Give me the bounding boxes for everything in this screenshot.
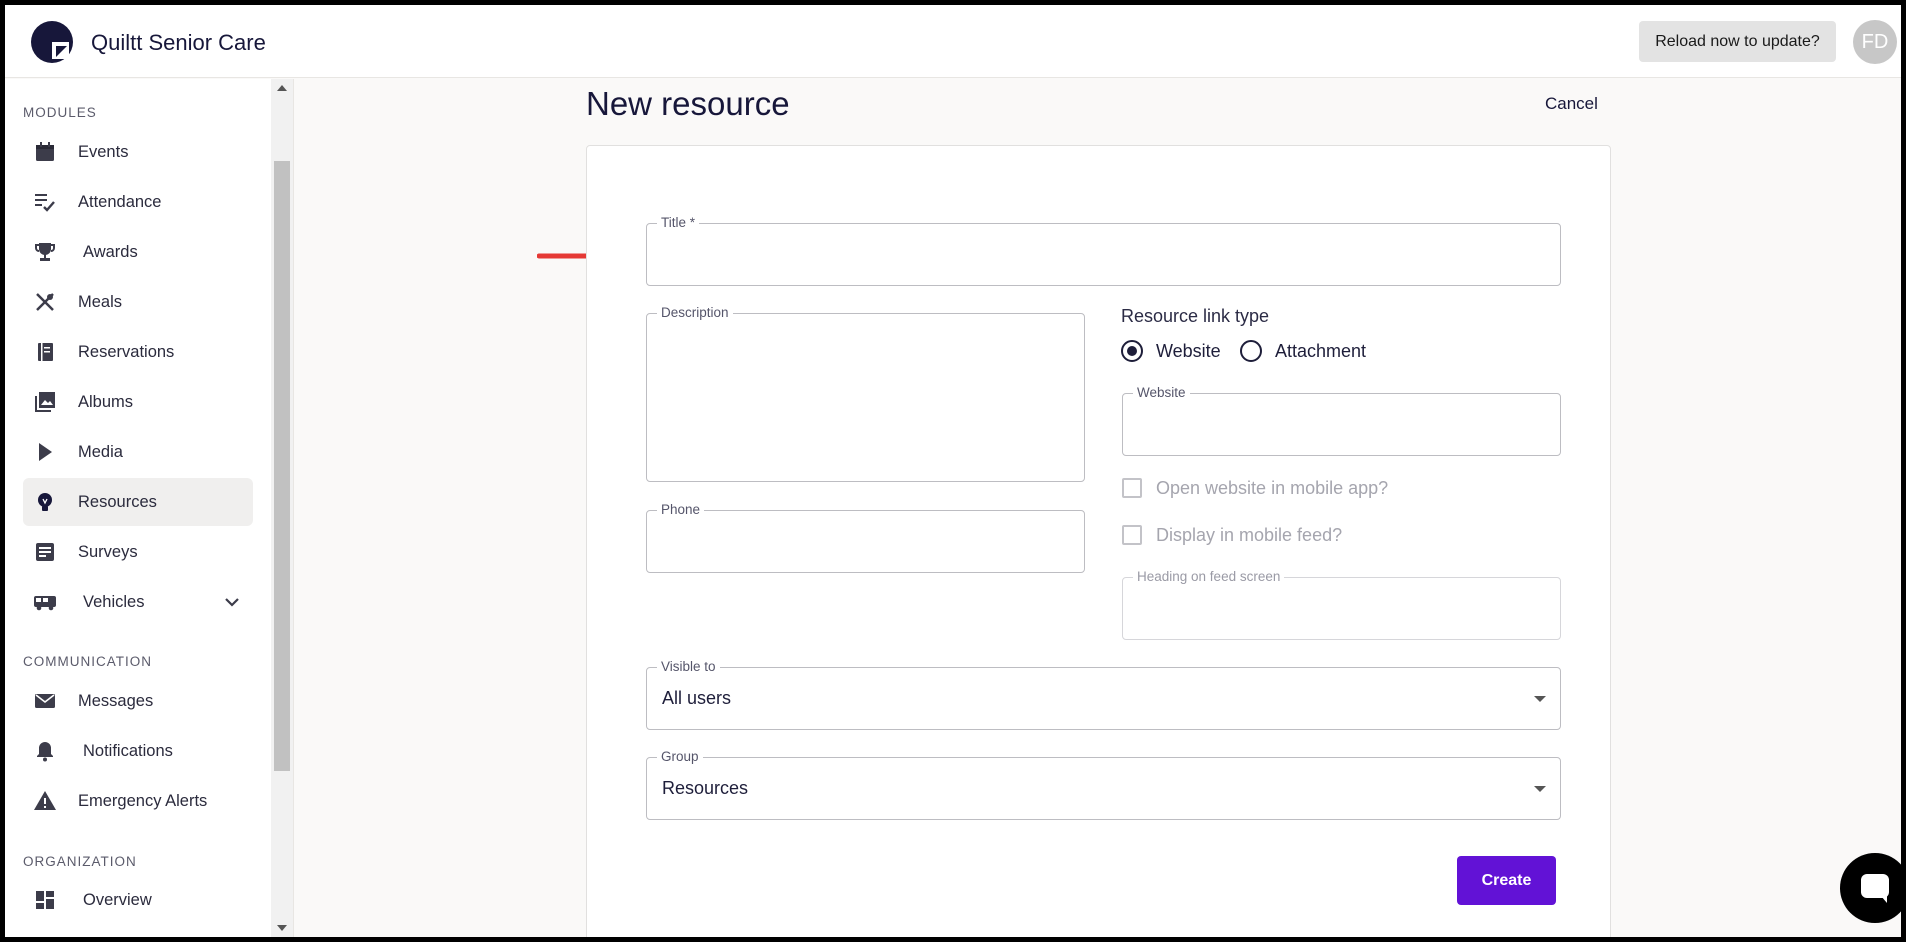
- open-in-app-label[interactable]: Open website in mobile app?: [1156, 478, 1388, 499]
- sidebar-item-label: Overview: [83, 890, 152, 909]
- website-field[interactable]: Website: [1122, 385, 1561, 456]
- display-in-feed-checkbox[interactable]: [1122, 525, 1142, 545]
- visible-to-select[interactable]: Visible to All users: [646, 659, 1561, 730]
- sidebar-item-messages[interactable]: Messages: [23, 677, 253, 725]
- sidebar-item-label: Meals: [78, 292, 123, 311]
- sidebar-item-meals[interactable]: Meals: [23, 278, 253, 326]
- bell-icon: [37, 742, 53, 762]
- lightbulb-icon: [38, 493, 52, 511]
- description-field[interactable]: Description: [646, 305, 1085, 482]
- group-value: Resources: [662, 778, 749, 798]
- dashboard-icon: [36, 891, 54, 909]
- sidebar-item-label: Media: [78, 442, 123, 461]
- sidebar-item-resources[interactable]: Resources: [23, 478, 253, 526]
- warning-icon: [34, 791, 56, 810]
- visible-to-label: Visible to: [657, 659, 720, 674]
- group-select[interactable]: Group Resources: [646, 749, 1561, 820]
- user-avatar[interactable]: FD: [1853, 20, 1897, 64]
- sidebar-item-awards[interactable]: Awards: [23, 228, 253, 276]
- chevron-down-icon: [225, 598, 239, 607]
- cancel-button[interactable]: Cancel: [1545, 94, 1598, 114]
- feed-heading-field-label: Heading on feed screen: [1133, 569, 1285, 584]
- app-name: Quiltt Senior Care: [91, 30, 266, 55]
- sidebar-scrollbar[interactable]: [271, 79, 293, 937]
- visible-to-value: All users: [662, 688, 732, 708]
- sidebar-item-label: Messages: [78, 691, 154, 710]
- scroll-down-arrow-icon[interactable]: [277, 925, 287, 931]
- checklist-icon: [35, 194, 55, 212]
- title-field-label: Title *: [657, 215, 700, 230]
- utensils-icon: [36, 293, 54, 311]
- trophy-icon: [35, 243, 55, 261]
- group-label: Group: [657, 749, 703, 764]
- sidebar-item-emergency-alerts[interactable]: Emergency Alerts: [23, 777, 253, 825]
- display-in-feed-label[interactable]: Display in mobile feed?: [1156, 525, 1342, 546]
- quiltt-logo-icon: [31, 21, 73, 63]
- attachment-radio-label[interactable]: Attachment: [1275, 341, 1366, 362]
- survey-icon: [36, 543, 54, 561]
- website-radio-label[interactable]: Website: [1156, 341, 1221, 362]
- sidebar-item-events[interactable]: Events: [23, 128, 253, 176]
- sidebar-item-label: Notifications: [83, 741, 173, 760]
- feed-heading-field[interactable]: Heading on feed screen: [1122, 569, 1561, 640]
- sidebar-item-overview[interactable]: Overview: [23, 876, 253, 924]
- sidebar-item-label: Attendance: [78, 192, 162, 211]
- scroll-up-arrow-icon[interactable]: [277, 85, 287, 91]
- sidebar-item-albums[interactable]: Albums: [23, 378, 253, 426]
- chat-widget-button[interactable]: [1840, 853, 1901, 923]
- sidebar-item-vehicles[interactable]: Vehicles: [23, 578, 253, 626]
- section-label-modules: MODULES: [23, 105, 97, 120]
- app-window: Quiltt Senior Care Reload now to update?…: [5, 5, 1901, 937]
- calendar-icon: [36, 142, 54, 161]
- play-icon: [39, 443, 52, 461]
- section-label-organization: ORGANIZATION: [23, 854, 137, 869]
- dropdown-arrow-icon: [1534, 696, 1546, 702]
- resource-link-type-heading: Resource link type: [1121, 306, 1270, 326]
- open-in-app-checkbox[interactable]: [1122, 478, 1142, 498]
- sidebar-item-label: Awards: [83, 242, 138, 261]
- website-radio[interactable]: [1121, 340, 1143, 362]
- mail-icon: [35, 694, 55, 708]
- book-icon: [38, 343, 53, 361]
- section-label-communication: COMMUNICATION: [23, 654, 152, 669]
- phone-field-label: Phone: [657, 502, 705, 517]
- page-title: New resource: [586, 85, 790, 122]
- sidebar-item-attendance[interactable]: Attendance: [23, 178, 253, 226]
- scroll-thumb[interactable]: [274, 161, 290, 771]
- create-button[interactable]: Create: [1457, 856, 1556, 905]
- sidebar-item-label: Reservations: [78, 342, 175, 361]
- bus-icon: [34, 596, 56, 611]
- sidebar-item-media[interactable]: Media: [23, 428, 253, 476]
- title-field[interactable]: Title *: [646, 215, 1561, 286]
- chat-bubble-icon: [1861, 874, 1889, 903]
- dropdown-arrow-icon: [1534, 786, 1546, 792]
- sidebar: MODULES Events Attendance Awards Meals R…: [5, 79, 294, 937]
- sidebar-item-label: Resources: [78, 492, 157, 511]
- sidebar-item-notifications[interactable]: Notifications: [23, 727, 253, 775]
- reload-update-button[interactable]: Reload now to update?: [1639, 21, 1836, 62]
- description-field-label: Description: [657, 305, 733, 320]
- sidebar-item-surveys[interactable]: Surveys: [23, 528, 253, 576]
- top-header: Quiltt Senior Care Reload now to update?…: [5, 5, 1901, 78]
- sidebar-item-label: Albums: [78, 392, 134, 411]
- photo-library-icon: [35, 392, 55, 412]
- sidebar-item-reservations[interactable]: Reservations: [23, 328, 253, 376]
- sidebar-item-label: Vehicles: [83, 592, 145, 611]
- website-field-label: Website: [1133, 385, 1190, 400]
- attachment-radio[interactable]: [1240, 340, 1262, 362]
- phone-field[interactable]: Phone: [646, 502, 1085, 573]
- sidebar-item-label: Emergency Alerts: [78, 791, 208, 810]
- sidebar-item-label: Events: [78, 142, 129, 161]
- sidebar-item-label: Surveys: [78, 542, 138, 561]
